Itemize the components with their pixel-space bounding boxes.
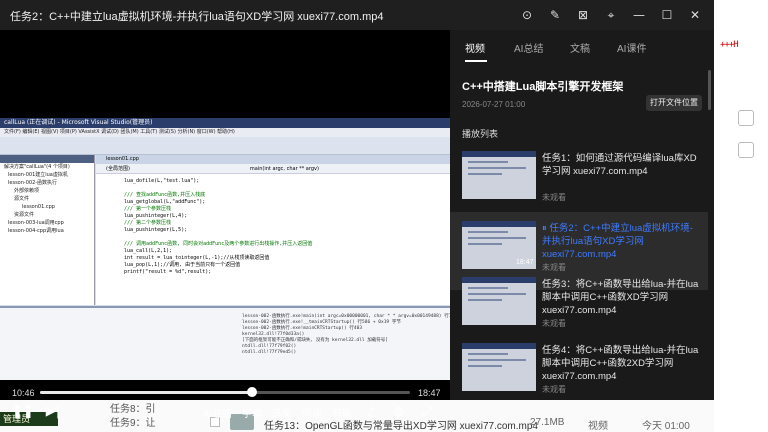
background-red-text: +++H <box>720 40 739 50</box>
current-time: 10:46 <box>12 388 35 398</box>
minimize-icon[interactable]: — <box>628 6 650 24</box>
item-thumbnail <box>462 151 536 199</box>
item-title: 任务3：将C++函数导出给lua-并在lua脚本中调用C++函数XD学习网 xu… <box>542 279 699 316</box>
tab-ai-courseware[interactable]: AI课件 <box>617 40 646 55</box>
vs-tree-item: 资源文件 <box>14 212 35 218</box>
speed-button[interactable]: 倍速 <box>302 405 322 420</box>
course-title: C++中搭建Lua脚本引擎开发框架 <box>462 81 624 93</box>
vs-code-line: lua_pushinteger(L,4); <box>124 213 188 219</box>
close-square-icon[interactable]: ⊠ <box>572 6 594 24</box>
edit-icon[interactable]: ✎ <box>544 6 566 24</box>
pin-icon[interactable]: ⌖ <box>600 6 622 24</box>
vs-scope-right: main(int argc, char ** argv) <box>249 166 319 172</box>
window-title: 任务2：C++中建立lua虚拟机环境-并执行lua语句XD学习网 xuexi77… <box>10 11 384 23</box>
vs-code-editor: lesson01.cpp (全局范围) main(int argc, char … <box>96 155 450 305</box>
open-location-button[interactable]: 打开文件位置 <box>646 95 702 111</box>
title-bar: 任务2：C++中建立lua虚拟机环境-并执行lua语句XD学习网 xuexi77… <box>0 0 714 30</box>
vs-tree-item: lesson-002-函数执行 <box>8 180 58 186</box>
vs-code-line <box>124 234 450 241</box>
maximize-icon[interactable]: ☐ <box>656 6 678 24</box>
vs-code-line: lua_pop(L,1);//调用, 由于当前只有一个返回值 <box>124 262 241 268</box>
progress-bar[interactable] <box>40 387 410 397</box>
item-status: 未观看 <box>542 385 566 394</box>
playlist-item[interactable]: 任务4：将C++函数导出给lua-并在lua脚本中调用C++函数2XD学习网 x… <box>450 334 708 412</box>
background-right-strip <box>714 0 768 432</box>
camera-icon[interactable]: ⊙ <box>516 6 538 24</box>
vs-tree-item: 解决方案"callLua"(4 个项目) <box>4 164 70 170</box>
video-area[interactable]: callLua (正在调试) - Microsoft Visual Studio… <box>0 30 450 420</box>
course-date: 2026-07-27 01:00 <box>462 100 526 109</box>
pause-icon[interactable]: ❚❚ <box>12 404 34 419</box>
vs-code-line: /// 调用addFunc函数, 同时会对addFunc及两个参数进行出栈操作,… <box>124 241 313 247</box>
player-controls: 10:46 18:47 ❚❚ ▶| AI总结 字幕 选集 倍速 智能 ♪ ⚙ ⤢ <box>0 380 450 430</box>
vs-tree-item: 源文件 <box>14 196 30 202</box>
vs-code: lua_dofile(L,"test.lua"); /// 查找addFunc函… <box>96 174 450 276</box>
vs-tree-item: lesson-004-cpp调用lua <box>8 228 64 234</box>
vs-code-line: int result = lua_tointeger(L,-1);//从栈顶读取… <box>124 255 270 261</box>
tab-video[interactable]: 视频 <box>465 40 485 55</box>
vs-scope-dropdown: (全局范围) main(int argc, char ** argv) <box>96 164 450 174</box>
progress-fill <box>40 391 252 394</box>
item-status: 未观看 <box>542 193 566 202</box>
vs-window-title: callLua (正在调试) - Microsoft Visual Studio… <box>0 118 450 128</box>
vs-output-pane: lesson-002-函数执行.exe!main(int argc=0x0000… <box>0 306 450 380</box>
vs-tree-item: lesson-003-lua调用cpp <box>8 220 64 226</box>
item-thumbnail <box>462 343 536 391</box>
item-title: ⏸ 任务2：C++中建立lua虚拟机环境-并执行lua语句XD学习网 xuexi… <box>542 222 702 261</box>
ai-summary-button[interactable]: AI总结 <box>203 405 232 420</box>
active-tab-indicator <box>465 60 487 62</box>
file-time: 今天 01:00 <box>642 421 690 432</box>
tab-ai-summary[interactable]: AI总结 <box>514 40 543 55</box>
vs-solution-explorer: 解决方案"callLua"(4 个项目) lesson-001建立lua虚拟机 le… <box>0 155 95 305</box>
vs-tree-item: lesson-001建立lua虚拟机 <box>8 172 68 178</box>
item-title: 任务4：将C++函数导出给lua-并在lua脚本中调用C++函数2XD学习网 x… <box>542 345 699 382</box>
file-size: 27.1MB <box>530 417 565 428</box>
fullscreen-icon[interactable]: ⤢ <box>418 405 436 420</box>
vs-tree-item: lesson01.cpp <box>22 204 55 210</box>
side-panel: 视频 AI总结 文稿 AI课件 C++中搭建Lua脚本引擎开发框架 2026-0… <box>450 30 714 400</box>
panel-tabs: 视频 AI总结 文稿 AI课件 <box>450 40 714 62</box>
vs-code-line: /// 查找addFunc函数,并压入栈底 <box>124 192 206 198</box>
close-icon[interactable]: ✕ <box>684 6 706 24</box>
item-status: 未观看 <box>542 319 566 328</box>
item-duration: 18:47 <box>516 259 534 266</box>
vs-output-line: ntdll.dll!77f79ed5() <box>242 350 297 355</box>
vs-code-line: /// 第二个参数压栈 <box>124 220 172 226</box>
item-title: 任务1：如何通过源代码编译lua库XD学习网 xuexi77.com.mp4 <box>542 153 697 177</box>
vs-code-line: lua_call(L,2,1); <box>124 248 173 254</box>
tab-transcript[interactable]: 文稿 <box>570 40 590 55</box>
vs-code-line: lua_getglobal(L,"addFunc"); <box>124 199 206 205</box>
total-time: 18:47 <box>418 388 441 398</box>
settings-icon[interactable]: ⚙ <box>390 405 408 420</box>
volume-icon[interactable]: ♪ <box>362 405 380 420</box>
vs-code-line: lua_dofile(L,"test.lua"); <box>124 178 200 184</box>
video-frame: callLua (正在调试) - Microsoft Visual Studio… <box>0 118 450 380</box>
vs-scope-left: (全局范围) <box>106 166 130 172</box>
item-title-text: 任务2：C++中建立lua虚拟机环境-并执行lua语句XD学习网 xuexi77… <box>542 223 693 260</box>
vs-code-line: printf("result = %d",result); <box>124 269 212 275</box>
subtitle-button[interactable]: 字幕 <box>242 405 262 420</box>
video-player-window: 任务2：C++中建立lua虚拟机环境-并执行lua语句XD学习网 xuexi77… <box>0 0 714 420</box>
progress-knob[interactable] <box>247 387 257 397</box>
file-type: 视频 <box>588 421 608 432</box>
playlist-item[interactable]: 任务1：如何通过源代码编译lua库XD学习网 xuexi77.com.mp4 未… <box>450 142 708 220</box>
next-icon[interactable]: ▶| <box>44 404 62 419</box>
vs-toolbar <box>0 137 450 155</box>
panel-scrollbar[interactable] <box>708 70 711 110</box>
vs-file-tab: lesson01.cpp <box>96 155 450 164</box>
vs-code-line: lua_pushinteger(L,5); <box>124 227 188 233</box>
vs-tree-item: 外部依赖项 <box>14 188 40 194</box>
episodes-button[interactable]: 选集 <box>272 405 292 420</box>
smart-button[interactable]: 智能 <box>332 405 352 420</box>
background-sidebar-icon[interactable] <box>738 142 754 158</box>
vs-code-line <box>124 185 450 192</box>
vs-code-line: /// 第一个参数压栈 <box>124 206 172 212</box>
playlist-header: 播放列表 <box>462 129 499 139</box>
item-thumbnail <box>462 277 536 325</box>
vs-menu: 文件(F) 编辑(E) 视图(V) 项目(P) VAssistX 调试(D) 团… <box>0 128 450 137</box>
background-sidebar-icon[interactable] <box>738 110 754 126</box>
